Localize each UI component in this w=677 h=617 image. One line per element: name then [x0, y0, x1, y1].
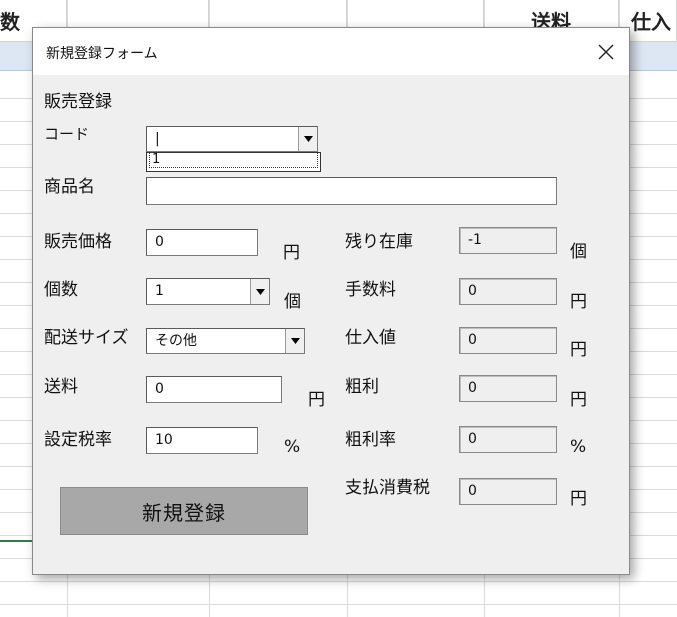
shipping-size-label: 配送サイズ [44, 328, 129, 348]
code-combobox[interactable]: | [146, 126, 318, 152]
shipping-cost-label: 送料 [44, 377, 78, 397]
price-label: 販売価格 [44, 232, 112, 252]
consumption-tax-label: 支払消費税 [345, 478, 430, 498]
register-button[interactable]: 新規登録 [60, 487, 308, 535]
triangle-down-icon [290, 338, 300, 344]
code-label: コード [44, 125, 90, 143]
tax-rate-unit: % [284, 437, 301, 457]
tax-rate-label: 設定税率 [44, 430, 112, 450]
gross-profit-unit: 円 [570, 390, 587, 410]
fee-unit: 円 [570, 292, 587, 312]
stock-left-label: 残り在庫 [345, 232, 413, 252]
dialog-title: 新規登録フォーム [46, 46, 158, 62]
tax-rate-input[interactable]: 10 [146, 427, 258, 454]
triangle-down-icon [255, 288, 265, 295]
close-button[interactable] [583, 28, 629, 75]
triangle-down-icon [303, 136, 313, 142]
price-unit: 円 [283, 243, 300, 263]
gross-profit-field: 0 [459, 375, 557, 402]
product-name-label: 商品名 [44, 177, 95, 197]
cost-label: 仕入値 [345, 328, 396, 348]
margin-rate-unit: % [570, 437, 587, 457]
section-title: 販売登録 [44, 92, 112, 112]
stock-left-field: -1 [459, 227, 557, 254]
fee-field: 0 [459, 278, 557, 305]
grid-line [0, 604, 677, 605]
grid-line [0, 581, 677, 582]
code-dropdown-item[interactable]: 1 [149, 152, 318, 168]
shipping-cost-unit: 円 [308, 390, 325, 410]
shipping-size-combobox[interactable]: その他 [146, 328, 305, 354]
fee-label: 手数料 [345, 280, 396, 300]
stock-left-unit: 個 [570, 242, 587, 262]
code-dropdown-list: 1 [146, 152, 321, 172]
product-name-input[interactable] [146, 177, 557, 205]
dialog-titlebar[interactable]: 新規登録フォーム [33, 28, 629, 75]
new-registration-dialog: 新規登録フォーム 販売登録 コード | 1 商品名 販売価格 0 円 個数 1 … [32, 27, 630, 575]
close-icon [598, 44, 614, 59]
code-value: | [155, 131, 160, 147]
dialog-body: 販売登録 コード | 1 商品名 販売価格 0 円 個数 1 個 配送サイズ そ… [33, 75, 629, 574]
shipping-size-value: その他 [155, 333, 197, 349]
consumption-tax-field: 0 [459, 478, 557, 505]
quantity-combobox[interactable]: 1 [146, 278, 270, 305]
quantity-value: 1 [155, 283, 164, 299]
quantity-dropdown-button[interactable] [250, 279, 269, 304]
shipping-size-dropdown-button[interactable] [285, 329, 304, 353]
gross-profit-label: 粗利 [345, 377, 379, 397]
cost-field: 0 [459, 327, 557, 354]
quantity-unit: 個 [284, 292, 301, 312]
code-dropdown-button[interactable] [298, 127, 317, 151]
margin-rate-field: 0 [459, 426, 557, 453]
price-input[interactable]: 0 [146, 229, 258, 256]
shipping-cost-input[interactable]: 0 [146, 376, 282, 403]
margin-rate-label: 粗利率 [345, 430, 396, 450]
quantity-label: 個数 [44, 280, 78, 300]
cost-unit: 円 [570, 340, 587, 360]
consumption-tax-unit: 円 [570, 489, 587, 509]
